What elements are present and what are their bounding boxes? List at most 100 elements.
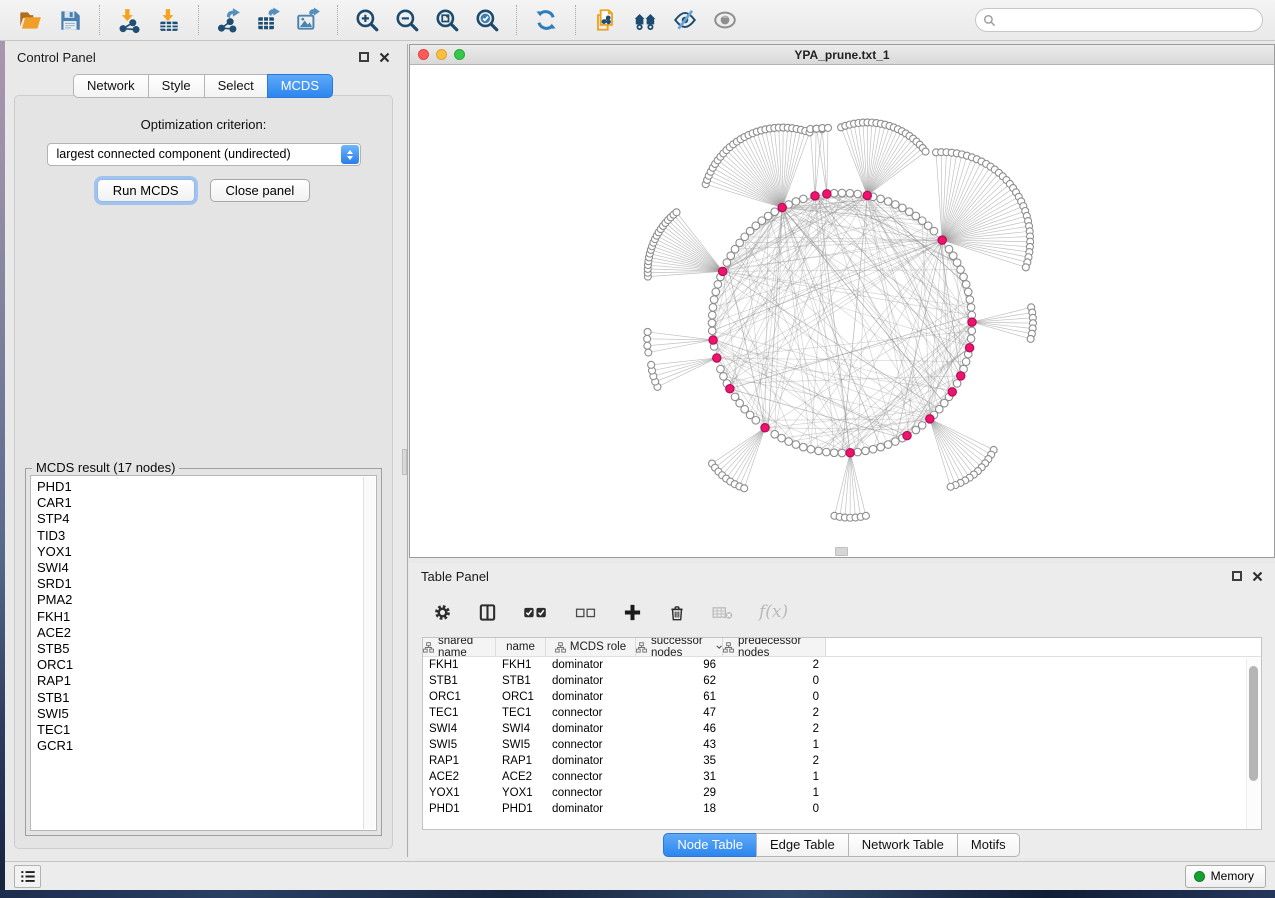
graph-node[interactable]	[838, 189, 846, 197]
unselect-all-icon[interactable]	[574, 606, 597, 619]
close-panel-icon[interactable]	[1252, 571, 1263, 582]
graph-hub-node[interactable]	[718, 267, 726, 275]
graph-node[interactable]	[930, 227, 938, 235]
horizontal-splitter-handle[interactable]	[835, 547, 848, 556]
export-network-icon[interactable]	[213, 5, 243, 35]
mcds-result-item[interactable]: GCR1	[37, 738, 376, 754]
show-all-icon[interactable]	[710, 5, 740, 35]
graph-node[interactable]	[892, 438, 900, 446]
graph-node[interactable]	[792, 441, 800, 449]
graph-hub-node[interactable]	[965, 344, 973, 352]
mcds-result-item[interactable]: TID3	[37, 528, 376, 544]
export-table-icon[interactable]	[253, 5, 283, 35]
mcds-result-item[interactable]: RAP1	[37, 673, 376, 689]
splitter-handle[interactable]	[402, 449, 407, 475]
graph-hub-node[interactable]	[863, 191, 871, 199]
mcds-result-item[interactable]: PMA2	[37, 592, 376, 608]
import-table-icon[interactable]	[154, 5, 184, 35]
graph-leaf-node[interactable]	[644, 342, 651, 349]
graph-hub-node[interactable]	[713, 354, 721, 362]
column-header-name[interactable]: name	[496, 638, 546, 656]
table-row[interactable]: RAP1RAP1dominator352	[423, 753, 1261, 769]
first-neighbors-icon[interactable]	[630, 5, 660, 35]
graph-node[interactable]	[838, 449, 846, 457]
zoom-out-icon[interactable]	[392, 5, 422, 35]
mcds-result-item[interactable]: SRD1	[37, 576, 376, 592]
graph-node[interactable]	[884, 198, 892, 206]
table-row[interactable]: YOX1YOX1connector291	[423, 785, 1261, 801]
graph-node[interactable]	[708, 311, 716, 319]
tab-edge-table[interactable]: Edge Table	[756, 833, 849, 857]
graph-node[interactable]	[877, 195, 885, 203]
graph-hub-node[interactable]	[778, 203, 786, 211]
zoom-selected-icon[interactable]	[472, 5, 502, 35]
memory-button[interactable]: Memory	[1185, 865, 1266, 888]
close-window-icon[interactable]	[418, 49, 429, 60]
graph-node[interactable]	[877, 443, 885, 451]
add-column-icon[interactable]	[623, 603, 642, 622]
import-network-icon[interactable]	[114, 5, 144, 35]
graph-node[interactable]	[854, 448, 862, 456]
tab-style[interactable]: Style	[148, 74, 205, 98]
graph-node[interactable]	[962, 281, 970, 289]
tab-node-table[interactable]: Node Table	[663, 833, 757, 857]
graph-hub-node[interactable]	[957, 372, 965, 380]
graph-node[interactable]	[892, 201, 900, 209]
network-window-titlebar[interactable]: YPA_prune.txt_1	[410, 45, 1274, 65]
graph-hub-node[interactable]	[926, 415, 934, 423]
table-scrollbar[interactable]	[1246, 658, 1261, 829]
delete-row-trash-icon[interactable]	[668, 603, 686, 622]
graph-node[interactable]	[771, 430, 779, 438]
criterion-select[interactable]: largest connected component (undirected)	[47, 143, 361, 166]
graph-node[interactable]	[884, 441, 892, 449]
graph-node[interactable]	[967, 304, 975, 312]
zoom-in-icon[interactable]	[352, 5, 382, 35]
node-table[interactable]: shared namenameMCDS rolesuccessor nodesp…	[422, 637, 1262, 830]
mcds-result-list[interactable]: PHD1CAR1STP4TID3YOX1SWI4SRD1PMA2FKH1ACE2…	[30, 475, 377, 831]
graph-node[interactable]	[953, 259, 961, 267]
graph-node[interactable]	[800, 443, 808, 451]
tab-motifs[interactable]: Motifs	[957, 833, 1020, 857]
graph-node[interactable]	[815, 447, 823, 455]
graph-node[interactable]	[962, 358, 970, 366]
graph-node[interactable]	[966, 296, 974, 304]
graph-leaf-node[interactable]	[1022, 264, 1029, 271]
table-row[interactable]: TEC1TEC1connector472	[423, 705, 1261, 721]
graph-node[interactable]	[771, 208, 779, 216]
graph-hub-node[interactable]	[726, 385, 734, 393]
mcds-result-item[interactable]: STP4	[37, 511, 376, 527]
table-row[interactable]: PHD1PHD1dominator180	[423, 801, 1261, 817]
mcds-result-item[interactable]: STB1	[37, 690, 376, 706]
column-header-MCDS-role[interactable]: MCDS role	[546, 638, 636, 656]
graph-node[interactable]	[720, 373, 728, 381]
graph-hub-node[interactable]	[811, 192, 819, 200]
table-scrollbar-thumb[interactable]	[1249, 666, 1258, 781]
graph-leaf-node[interactable]	[673, 209, 680, 216]
graph-node[interactable]	[807, 445, 815, 453]
table-row[interactable]: ACE2ACE2connector311	[423, 769, 1261, 785]
select-all-icon[interactable]	[523, 605, 548, 620]
mcds-result-item[interactable]: STB5	[37, 641, 376, 657]
graph-node[interactable]	[869, 445, 877, 453]
search-input[interactable]	[996, 10, 1262, 30]
graph-node[interactable]	[731, 393, 739, 401]
graph-hub-node[interactable]	[903, 431, 911, 439]
mcds-result-item[interactable]: SWI4	[37, 560, 376, 576]
graph-leaf-node[interactable]	[1027, 335, 1034, 342]
graph-node[interactable]	[957, 266, 965, 274]
mcds-result-item[interactable]: CAR1	[37, 495, 376, 511]
table-row[interactable]: FKH1FKH1dominator962	[423, 657, 1261, 673]
maximize-window-icon[interactable]	[454, 49, 465, 60]
graph-leaf-node[interactable]	[922, 148, 929, 155]
run-mcds-button[interactable]: Run MCDS	[97, 179, 195, 202]
graph-node[interactable]	[714, 281, 722, 289]
graph-node[interactable]	[823, 448, 831, 456]
clone-network-icon[interactable]	[590, 5, 620, 35]
mcds-result-item[interactable]: SWI5	[37, 706, 376, 722]
float-window-icon[interactable]	[359, 52, 369, 62]
mcds-result-item[interactable]: FKH1	[37, 609, 376, 625]
graph-node[interactable]	[830, 449, 838, 457]
column-header-successor-nodes[interactable]: successor nodes	[636, 638, 723, 656]
graph-node[interactable]	[709, 304, 717, 312]
graph-node[interactable]	[708, 319, 716, 327]
